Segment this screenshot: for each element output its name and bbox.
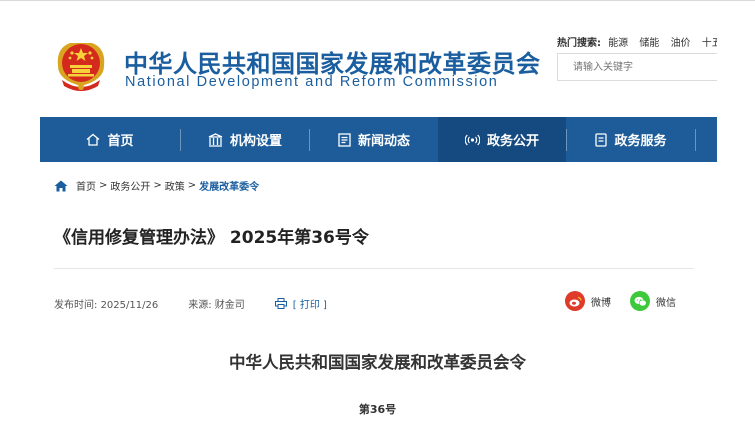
hot-search-item[interactable]: 油价 — [671, 38, 691, 49]
nav-item-label: 政务公开 — [486, 134, 539, 149]
document-heading: 中华人民共和国国家发展和改革委员会令 — [229, 353, 526, 372]
hot-search: 热门搜索: 能源 储能 油价 十五五 — [557, 34, 717, 49]
site-title-en: National Development and Reform Commissi… — [125, 74, 499, 90]
publish-label: 发布时间: — [54, 300, 98, 311]
publish-date: 2025/11/26 — [100, 300, 159, 311]
nav-item-organization[interactable]: 机构设置 — [181, 117, 309, 162]
document-number: 第36号 — [358, 403, 397, 416]
hot-search-item[interactable]: 储能 — [639, 38, 659, 49]
breadcrumb: 首页 > 政务公开 > 政策 > 发展改革委令 — [54, 178, 259, 193]
nav-divider — [695, 128, 696, 151]
source-info: 来源: 财金司 — [188, 296, 245, 311]
share-wechat-label: 微信 — [656, 297, 676, 309]
service-icon — [595, 132, 608, 147]
nav-item-government-affairs[interactable]: 政务公开 — [438, 117, 566, 162]
title-divider — [54, 268, 694, 269]
publish-info: 发布时间: 2025/11/26 — [54, 296, 158, 311]
printer-icon — [274, 298, 287, 309]
nav-item-label: 机构设置 — [229, 134, 282, 149]
article-title: 《信用修复管理办法》 2025年第36号令 — [54, 228, 369, 248]
search-input[interactable] — [557, 53, 717, 81]
main-nav: 首页 机构设置 新闻动态 政务公开 政务服务 — [40, 117, 717, 162]
nav-item-news[interactable]: 新闻动态 — [310, 117, 438, 162]
breadcrumb-separator: > — [99, 180, 108, 191]
building-icon — [208, 132, 223, 147]
weibo-icon — [565, 291, 585, 311]
nav-item-label: 首页 — [107, 134, 134, 149]
share-bar: 微博 微信 — [565, 291, 676, 311]
breadcrumb-separator: > — [153, 180, 162, 191]
nav-item-label: 新闻动态 — [357, 134, 410, 149]
hot-search-item[interactable]: 能源 — [608, 38, 628, 49]
hot-search-label: 热门搜索: — [557, 38, 601, 49]
article-meta: 发布时间: 2025/11/26 来源: 财金司 [ 打印 ] — [54, 296, 327, 311]
breadcrumb-item[interactable]: 政策 — [165, 178, 185, 193]
share-weibo-label: 微博 — [591, 297, 611, 309]
nav-item-home[interactable]: 首页 — [40, 117, 180, 162]
nav-item-label: 政务服务 — [614, 134, 667, 149]
home-icon — [86, 133, 100, 146]
wechat-icon — [630, 291, 650, 311]
broadcast-icon — [464, 133, 480, 147]
source-value: 财金司 — [214, 300, 245, 311]
print-button[interactable]: [ 打印 ] — [274, 296, 327, 311]
share-weibo-button[interactable]: 微博 — [565, 291, 611, 311]
print-label: [ 打印 ] — [292, 300, 327, 311]
hot-search-item[interactable]: 十五五 — [702, 38, 717, 49]
top-divider — [0, 0, 755, 1]
share-wechat-button[interactable]: 微信 — [630, 291, 676, 311]
breadcrumb-separator: > — [187, 180, 197, 191]
nav-item-services[interactable]: 政务服务 — [567, 117, 695, 162]
breadcrumb-current[interactable]: 发展改革委令 — [199, 178, 259, 193]
home-icon[interactable] — [54, 180, 68, 192]
national-emblem-icon[interactable] — [52, 36, 110, 96]
breadcrumb-item[interactable]: 政务公开 — [110, 178, 150, 193]
source-label: 来源: — [188, 300, 212, 311]
breadcrumb-item[interactable]: 首页 — [76, 178, 96, 193]
news-icon — [338, 132, 351, 147]
